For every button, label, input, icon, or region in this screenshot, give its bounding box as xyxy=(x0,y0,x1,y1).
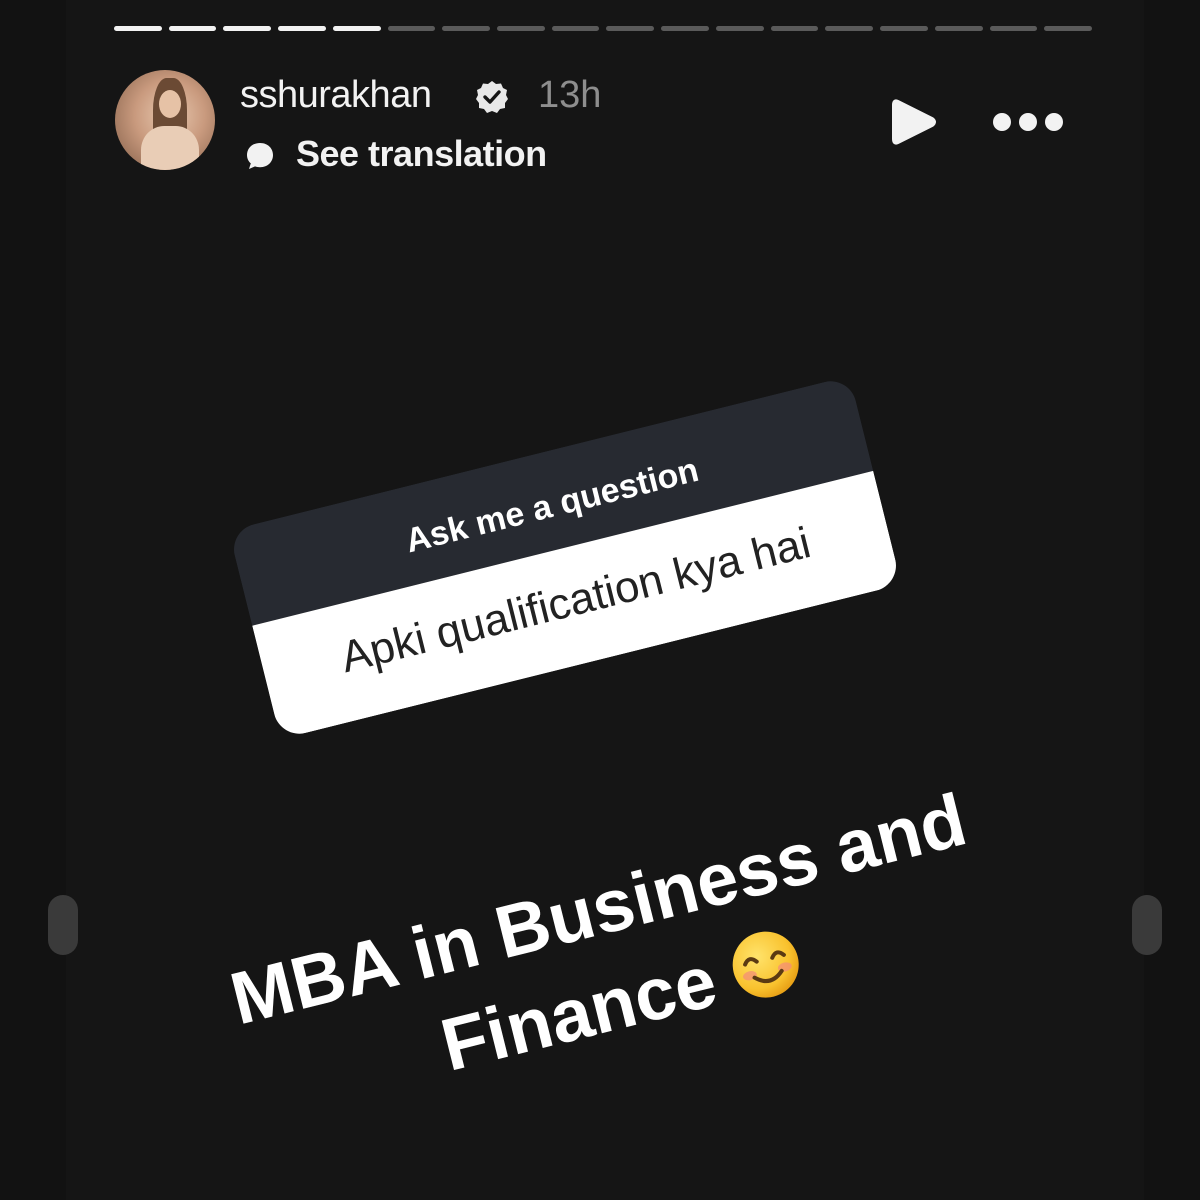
verified-badge-icon xyxy=(476,81,508,113)
play-icon[interactable] xyxy=(888,96,938,148)
progress-segment xyxy=(880,26,928,31)
smiling-face-emoji xyxy=(732,931,799,998)
story-progress-bar xyxy=(114,26,1092,32)
progress-segment xyxy=(442,26,491,31)
progress-segment xyxy=(934,26,983,31)
progress-segment xyxy=(661,26,709,31)
speech-bubble-icon xyxy=(247,143,273,169)
progress-segment xyxy=(497,26,545,31)
more-options-icon[interactable] xyxy=(990,108,1066,136)
progress-segment xyxy=(1044,26,1092,31)
progress-segment xyxy=(278,26,326,31)
previous-story-arrow[interactable] xyxy=(48,895,78,955)
progress-segment xyxy=(332,26,381,31)
progress-segment xyxy=(387,26,436,31)
progress-segment xyxy=(989,26,1038,31)
username[interactable]: sshurakhan xyxy=(240,74,432,117)
progress-segment xyxy=(715,26,764,31)
progress-segment xyxy=(551,26,600,31)
see-translation-link[interactable]: See translation xyxy=(296,133,547,175)
next-story-arrow[interactable] xyxy=(1132,895,1162,955)
progress-segment xyxy=(168,26,217,31)
progress-segment xyxy=(606,26,655,31)
timestamp: 13h xyxy=(538,74,602,116)
progress-segment xyxy=(114,26,162,31)
progress-segment xyxy=(825,26,874,31)
progress-segment xyxy=(770,26,819,31)
avatar[interactable] xyxy=(115,70,215,170)
progress-segment xyxy=(223,26,272,31)
